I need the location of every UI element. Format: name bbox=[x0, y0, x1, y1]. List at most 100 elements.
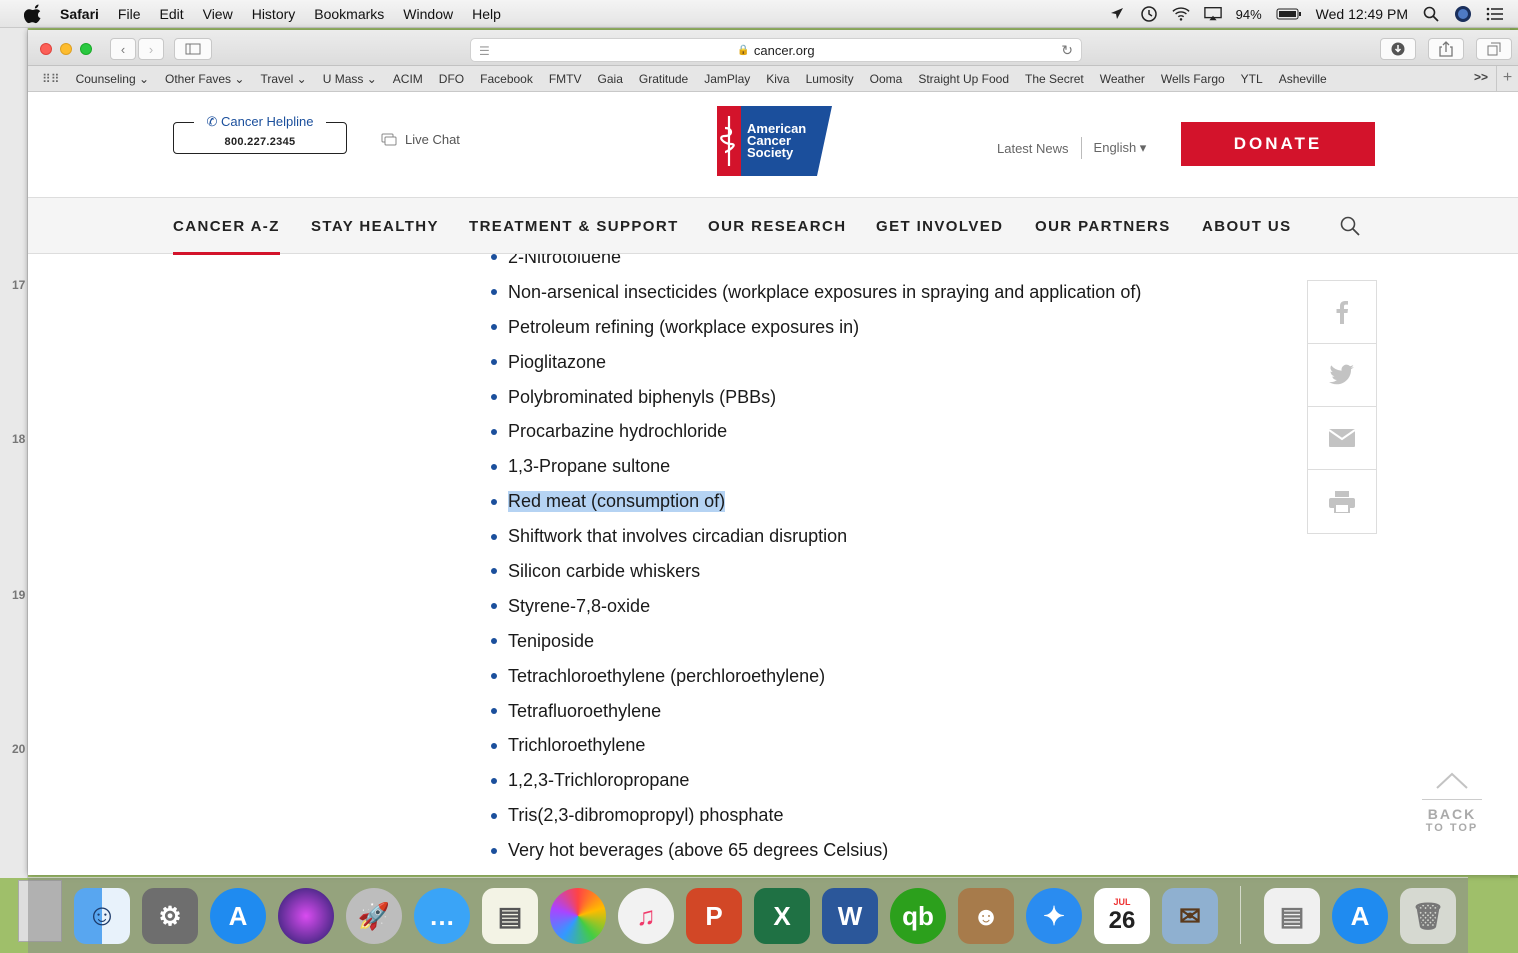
cancer-helpline-box[interactable]: ✆ Cancer Helpline 800.227.2345 bbox=[173, 114, 347, 154]
menu-bookmarks[interactable]: Bookmarks bbox=[314, 6, 384, 22]
contacts-icon[interactable]: ☻ bbox=[958, 888, 1014, 944]
excel-icon[interactable]: X bbox=[754, 888, 810, 944]
messages-icon[interactable]: … bbox=[414, 888, 470, 944]
quickbooks-icon[interactable]: qb bbox=[890, 888, 946, 944]
menu-file[interactable]: File bbox=[118, 6, 141, 22]
back-button[interactable]: ‹ bbox=[110, 38, 136, 60]
menu-history[interactable]: History bbox=[252, 6, 296, 22]
trash-icon[interactable]: 🗑 bbox=[1400, 888, 1456, 944]
spotlight-search-icon[interactable] bbox=[1422, 6, 1440, 22]
favorite-the-secret[interactable]: The Secret bbox=[1025, 72, 1084, 86]
menu-view[interactable]: View bbox=[203, 6, 233, 22]
back-to-top-button[interactable]: BACK TO TOP bbox=[1422, 772, 1482, 834]
system-preferences-icon[interactable]: ⚙ bbox=[142, 888, 198, 944]
documents-stack-icon[interactable]: ▤ bbox=[1264, 888, 1320, 944]
forward-button[interactable]: › bbox=[138, 38, 164, 60]
search-icon[interactable] bbox=[1340, 216, 1360, 236]
reload-icon[interactable]: ↻ bbox=[1061, 42, 1073, 59]
favorite-facebook[interactable]: Facebook bbox=[480, 72, 533, 86]
favorite-ooma[interactable]: Ooma bbox=[870, 72, 903, 86]
mail-app-icon[interactable]: ✉ bbox=[1162, 888, 1218, 944]
apple-icon[interactable] bbox=[24, 4, 44, 24]
downloads-button[interactable] bbox=[1380, 38, 1416, 60]
wifi-icon[interactable] bbox=[1172, 6, 1190, 22]
address-bar[interactable]: ☰ 🔒 cancer.org ↻ bbox=[470, 38, 1082, 62]
favorite-counseling[interactable]: Counseling ⌄ bbox=[76, 72, 149, 86]
photos-icon[interactable] bbox=[550, 888, 606, 944]
menubar-clock[interactable]: Wed 12:49 PM bbox=[1316, 6, 1408, 22]
share-facebook-button[interactable] bbox=[1308, 281, 1376, 344]
print-button[interactable] bbox=[1308, 470, 1376, 533]
favorites-overflow-button[interactable]: >> bbox=[1474, 70, 1488, 84]
favorite-gratitude[interactable]: Gratitude bbox=[639, 72, 688, 86]
share-twitter-button[interactable] bbox=[1308, 344, 1376, 407]
nav-cancer-a-z[interactable]: CANCER A-Z bbox=[173, 218, 280, 255]
share-button[interactable] bbox=[1428, 38, 1464, 60]
menu-window[interactable]: Window bbox=[403, 6, 453, 22]
donate-button[interactable]: DONATE bbox=[1181, 122, 1375, 166]
favorite-travel[interactable]: Travel ⌄ bbox=[260, 72, 306, 86]
print-icon bbox=[1329, 490, 1355, 513]
close-window-button[interactable] bbox=[40, 43, 52, 55]
nav-about-us[interactable]: ABOUT US bbox=[1202, 218, 1292, 235]
tabs-icon bbox=[1487, 42, 1501, 56]
favorite-kiva[interactable]: Kiva bbox=[766, 72, 789, 86]
notification-center-icon[interactable] bbox=[1486, 6, 1504, 22]
latest-news-link[interactable]: Latest News bbox=[997, 141, 1069, 156]
favorite-weather[interactable]: Weather bbox=[1100, 72, 1145, 86]
favorite-fmtv[interactable]: FMTV bbox=[549, 72, 582, 86]
desktop-left-strip: 17 18 19 20 bbox=[0, 28, 28, 878]
live-chat-link[interactable]: Live Chat bbox=[381, 132, 460, 147]
add-tab-icon[interactable]: + bbox=[1496, 66, 1518, 91]
favorite-ytl[interactable]: YTL bbox=[1241, 72, 1263, 86]
battery-icon[interactable] bbox=[1276, 6, 1302, 22]
favorite-dfo[interactable]: DFO bbox=[439, 72, 464, 86]
nav-our-research[interactable]: OUR RESEARCH bbox=[708, 218, 846, 235]
favorite-lumosity[interactable]: Lumosity bbox=[806, 72, 854, 86]
favorite-asheville[interactable]: Asheville bbox=[1279, 72, 1327, 86]
menu-app-safari[interactable]: Safari bbox=[60, 6, 99, 22]
share-email-button[interactable] bbox=[1308, 407, 1376, 470]
language-selector[interactable]: English ▾ bbox=[1094, 140, 1147, 156]
helpline-title: ✆ Cancer Helpline bbox=[194, 114, 326, 130]
battery-percent: 94% bbox=[1235, 6, 1262, 22]
favorite-other-faves[interactable]: Other Faves ⌄ bbox=[165, 72, 244, 86]
favorite-straight-up-food[interactable]: Straight Up Food bbox=[918, 72, 1009, 86]
app-store-downloads-icon[interactable]: A bbox=[1332, 888, 1388, 944]
powerpoint-icon[interactable]: P bbox=[686, 888, 742, 944]
list-item-text: Styrene-7,8-oxide bbox=[508, 595, 651, 616]
favorite-gaia[interactable]: Gaia bbox=[598, 72, 623, 86]
favorite-wells-fargo[interactable]: Wells Fargo bbox=[1161, 72, 1225, 86]
calendar-month: JUL bbox=[1113, 897, 1131, 907]
acs-logo[interactable]: American Cancer Society bbox=[717, 106, 832, 176]
tabs-overview-button[interactable] bbox=[1476, 38, 1512, 60]
menu-edit[interactable]: Edit bbox=[159, 6, 183, 22]
app-store-icon[interactable]: A bbox=[210, 888, 266, 944]
nav-stay-healthy[interactable]: STAY HEALTHY bbox=[311, 218, 439, 235]
finder-icon[interactable]: ☺ bbox=[74, 888, 130, 944]
time-machine-icon[interactable] bbox=[1140, 6, 1158, 22]
favorite-jamplay[interactable]: JamPlay bbox=[704, 72, 750, 86]
top-sites-grid-icon[interactable]: ⠿⠿ bbox=[42, 72, 60, 86]
sidebar-toggle-button[interactable] bbox=[174, 38, 212, 60]
siri-icon[interactable] bbox=[1454, 6, 1472, 22]
word-icon[interactable]: W bbox=[822, 888, 878, 944]
nav-treatment-support[interactable]: TREATMENT & SUPPORT bbox=[469, 218, 679, 235]
safari-icon[interactable]: ✦ bbox=[1026, 888, 1082, 944]
nav-our-partners[interactable]: OUR PARTNERS bbox=[1035, 218, 1171, 235]
launchpad-icon[interactable]: 🚀 bbox=[346, 888, 402, 944]
favorite-umass[interactable]: U Mass ⌄ bbox=[323, 72, 377, 86]
siri-dock-icon[interactable] bbox=[278, 888, 334, 944]
minimize-window-button[interactable] bbox=[60, 43, 72, 55]
nav-get-involved[interactable]: GET INVOLVED bbox=[876, 218, 1003, 235]
selected-text[interactable]: Red meat (consumption of) bbox=[508, 491, 726, 513]
preview-icon[interactable]: ▤ bbox=[482, 888, 538, 944]
reader-view-icon[interactable]: ☰ bbox=[479, 44, 490, 58]
airplay-icon[interactable] bbox=[1203, 6, 1222, 22]
zoom-window-button[interactable] bbox=[80, 43, 92, 55]
calendar-icon[interactable]: JUL 26 bbox=[1094, 888, 1150, 944]
menu-help[interactable]: Help bbox=[472, 6, 501, 22]
favorite-acim[interactable]: ACIM bbox=[393, 72, 423, 86]
location-icon[interactable] bbox=[1108, 6, 1126, 22]
itunes-icon[interactable]: ♫ bbox=[618, 888, 674, 944]
